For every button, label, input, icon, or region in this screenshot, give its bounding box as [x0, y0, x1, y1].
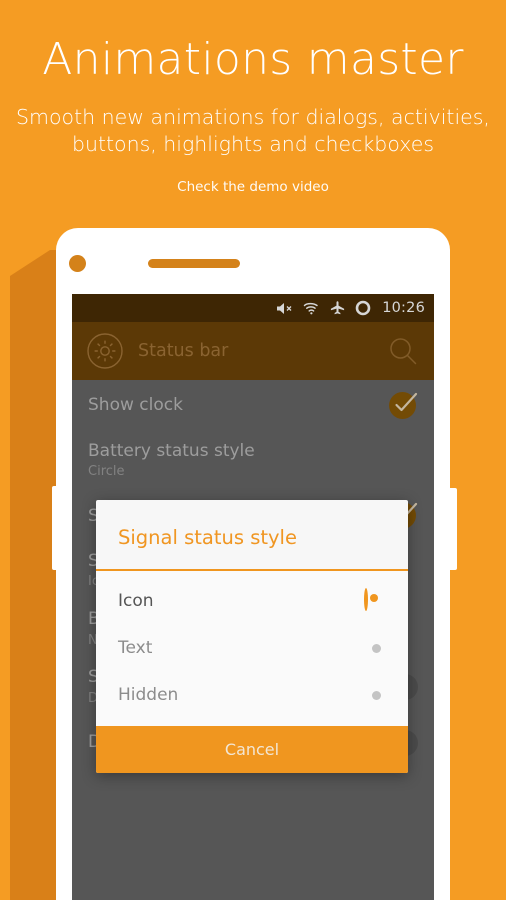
row-control-none	[384, 444, 418, 478]
search-icon[interactable]	[386, 334, 420, 368]
dialog-option-icon[interactable]: Icon	[96, 577, 408, 624]
settings-row-show-clock[interactable]: Show clock	[88, 380, 418, 432]
promo-subtitle: Smooth new animations for dialogs, activ…	[16, 105, 490, 157]
row-subtitle: Circle	[88, 464, 125, 480]
battery-circle-icon	[355, 300, 371, 316]
airplane-mode-icon	[329, 300, 346, 316]
status-bar: 10:26	[72, 294, 434, 322]
app-bar-title: Status bar	[138, 341, 229, 361]
promo-header: Animations master Smooth new animations …	[0, 0, 506, 195]
wifi-icon	[303, 301, 320, 315]
app-bar: Status bar	[72, 322, 434, 380]
show-clock-checkbox[interactable]	[384, 389, 418, 423]
gear-icon[interactable]	[86, 332, 124, 370]
cancel-button[interactable]: Cancel	[96, 726, 408, 773]
dialog-option-hidden[interactable]: Hidden	[96, 671, 408, 718]
option-label: Icon	[118, 590, 154, 611]
row-title: Battery status style	[88, 441, 255, 461]
option-label: Text	[118, 637, 153, 658]
volume-mute-icon	[276, 301, 294, 316]
radio-unselected-icon[interactable]	[364, 637, 386, 659]
row-title: Show clock	[88, 395, 183, 416]
dialog-option-text[interactable]: Text	[96, 624, 408, 671]
signal-status-style-dialog: Signal status style Icon Text Hidden Can…	[96, 500, 408, 773]
radio-unselected-icon[interactable]	[364, 684, 386, 706]
checkmark-icon	[395, 392, 418, 412]
radio-selected-icon[interactable]	[364, 587, 386, 612]
promo-title: Animations master	[42, 34, 464, 85]
status-bar-clock: 10:26	[382, 300, 425, 316]
phone-speaker-grill	[148, 259, 240, 268]
phone-camera-icon	[69, 255, 86, 272]
promo-demo-video-note[interactable]: Check the demo video	[0, 179, 506, 195]
option-label: Hidden	[118, 684, 179, 705]
dialog-options-list: Icon Text Hidden	[96, 571, 408, 726]
dialog-title: Signal status style	[118, 526, 297, 549]
settings-row-battery-status-style[interactable]: Battery status style Circle	[88, 432, 418, 490]
